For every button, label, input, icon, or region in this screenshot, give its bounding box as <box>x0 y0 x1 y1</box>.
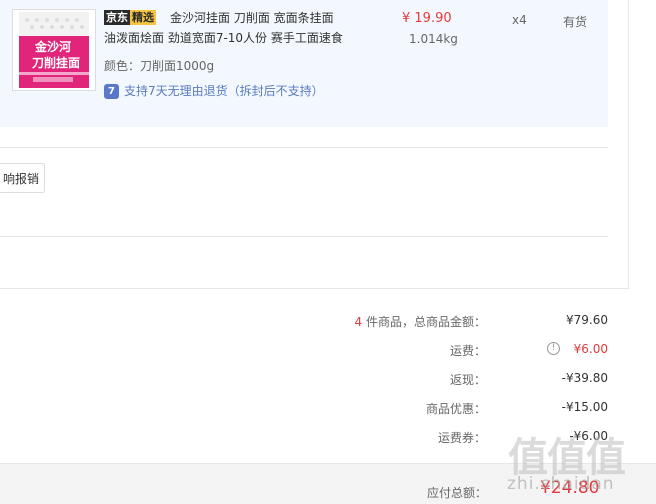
summary-freight-label: 运费： <box>449 344 486 358</box>
divider <box>0 236 608 237</box>
divider <box>0 288 629 289</box>
product-title-line2[interactable]: 油泼面烩面 劲道宽面7-10人份 赛手工面速食 <box>104 30 343 46</box>
summary-total-value: ¥79.60 <box>566 313 608 327</box>
info-icon[interactable]: ! <box>547 342 560 355</box>
thumb-brand-text: 金沙河 <box>35 40 72 54</box>
summary-coupon-label: 运费券： <box>437 431 486 445</box>
payable-label: 应付总额： <box>427 486 488 500</box>
summary-discount-value: -¥15.00 <box>561 400 608 414</box>
stock-status: 有货 <box>563 15 588 29</box>
summary-discount-label: 商品优惠： <box>425 402 486 416</box>
product-spec: 颜色：刀削面1000g <box>104 59 215 73</box>
product-title-line1[interactable]: 金沙河挂面 刀削面 宽面条挂面 <box>170 10 334 26</box>
item-quantity: x4 <box>512 13 527 27</box>
product-thumbnail[interactable]: 金沙河 刀削挂面 <box>12 9 96 91</box>
summary-cashback-value: -¥39.80 <box>561 371 608 385</box>
item-price: ¥ 19.90 <box>402 11 452 26</box>
badge-jd: 京东 <box>104 10 130 25</box>
panel-border <box>628 0 629 288</box>
badge-select: 精选 <box>130 10 156 25</box>
item-weight: 1.014kg <box>409 32 458 46</box>
watermark-url: zhi.shaidan <box>507 474 615 494</box>
return-policy-link[interactable]: 支持7天无理由退货（拆封后不支持） <box>124 84 324 99</box>
summary-freight-value: ¥6.00 <box>573 342 608 356</box>
invoice-button[interactable]: 响报销 <box>0 163 45 193</box>
thumb-product-text: 刀削挂面 <box>32 56 81 70</box>
summary-total-label: 4 件商品，总商品金额： <box>354 315 486 329</box>
jd-select-badge: 京东 精选 <box>104 10 156 25</box>
divider <box>0 147 608 148</box>
return-policy-icon: 7 <box>104 84 119 99</box>
summary-cashback-label: 返现： <box>449 373 486 387</box>
